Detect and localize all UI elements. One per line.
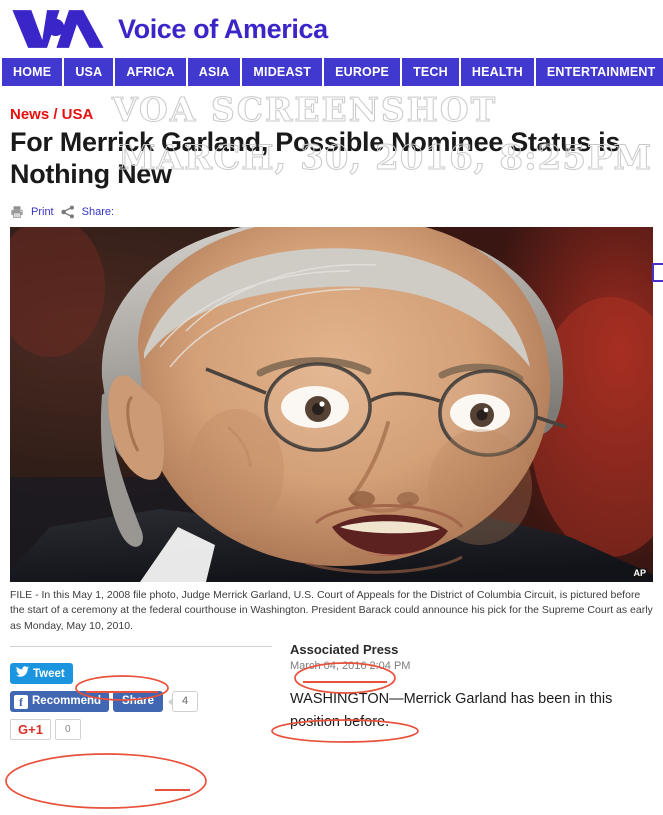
brand-name: Voice of America bbox=[118, 13, 328, 44]
article-body-paragraph: WASHINGTON—Merrick Garland has been in t… bbox=[290, 691, 613, 730]
site-masthead: Voice of America bbox=[0, 0, 663, 58]
article-container: News / USA For Merrick Garland, Possible… bbox=[0, 106, 663, 741]
print-button[interactable]: Print bbox=[31, 206, 54, 218]
nav-item-usa[interactable]: USA bbox=[64, 58, 116, 86]
article-columns: Tweet f Recommend Share 4 G+1 0 Associat… bbox=[10, 642, 653, 741]
twitter-icon bbox=[16, 666, 29, 681]
nav-item-entertainment[interactable]: ENTERTAINMENT bbox=[536, 58, 663, 86]
article-kicker[interactable]: News / USA bbox=[10, 106, 653, 123]
social-share-group: Tweet f Recommend Share 4 G+1 0 bbox=[10, 663, 272, 741]
facebook-icon: f bbox=[14, 694, 28, 709]
page-title: For Merrick Garland, Possible Nominee St… bbox=[10, 127, 621, 189]
tweet-button[interactable]: Tweet bbox=[10, 663, 73, 685]
article-publish-date: March 04, 2016 2:04 PM bbox=[290, 660, 411, 673]
main-navigation: HOME USA AFRICA ASIA MIDEAST EUROPE TECH… bbox=[0, 58, 663, 86]
nav-item-mideast[interactable]: MIDEAST bbox=[242, 58, 325, 86]
google-plus-row: G+1 0 bbox=[10, 719, 272, 741]
tweet-button-label: Tweet bbox=[33, 667, 65, 680]
article-photo[interactable]: AP bbox=[10, 226, 653, 582]
photo-caption: FILE - In this May 1, 2008 file photo, J… bbox=[10, 588, 653, 632]
column-divider bbox=[10, 646, 272, 648]
printer-icon bbox=[10, 205, 24, 219]
facebook-row: f Recommend Share 4 bbox=[10, 691, 272, 713]
share-icon bbox=[60, 205, 75, 219]
nav-item-health[interactable]: HEALTH bbox=[461, 58, 536, 86]
photo-credit: AP bbox=[631, 567, 648, 579]
nav-item-asia[interactable]: ASIA bbox=[188, 58, 243, 86]
facebook-recommend-button[interactable]: f Recommend bbox=[10, 691, 110, 713]
facebook-share-button[interactable]: Share bbox=[113, 691, 163, 713]
facebook-share-count: 4 bbox=[167, 691, 199, 713]
right-column: Associated Press March 04, 2016 2:04 PM … bbox=[282, 642, 653, 740]
nav-item-africa[interactable]: AFRICA bbox=[115, 58, 188, 86]
google-plus-button[interactable]: G+1 bbox=[10, 719, 51, 741]
facebook-recommend-label: Recommend bbox=[32, 695, 102, 708]
nav-item-tech[interactable]: TECH bbox=[402, 58, 461, 86]
share-button[interactable]: Share: bbox=[82, 206, 114, 218]
article-toolbar: Print Share: bbox=[10, 205, 653, 219]
google-plus-count: 0 bbox=[54, 719, 81, 741]
nav-item-home[interactable]: HOME bbox=[0, 58, 65, 86]
article-byline: Associated Press bbox=[290, 642, 399, 658]
annotation-ellipse-social-block bbox=[5, 753, 207, 809]
nav-item-europe[interactable]: EUROPE bbox=[324, 58, 403, 86]
edge-artifact bbox=[652, 263, 663, 282]
voa-logo[interactable] bbox=[10, 7, 106, 51]
left-column: Tweet f Recommend Share 4 G+1 0 bbox=[10, 642, 282, 741]
